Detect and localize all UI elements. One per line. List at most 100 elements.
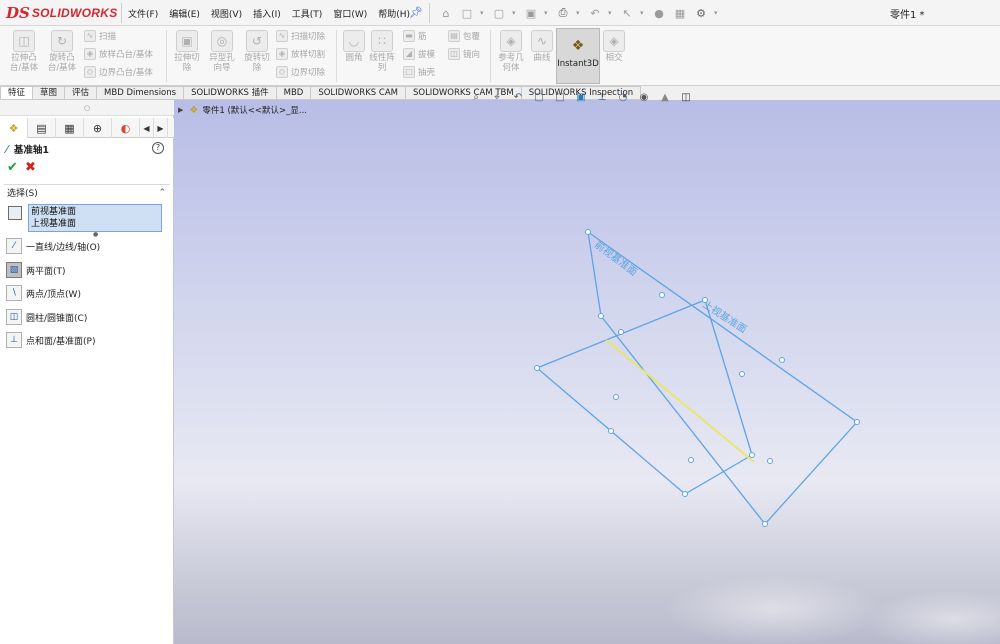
revolve-cut-button[interactable]: ↺ 旋转切 除 xyxy=(237,30,277,73)
view-orientation-icon[interactable]: ▣ xyxy=(573,89,589,105)
open-icon[interactable]: ▢ xyxy=(491,5,507,21)
rebuild-icon[interactable]: ● xyxy=(651,5,667,21)
plane-handle[interactable] xyxy=(598,313,604,319)
hide-show-items-icon[interactable]: ◔ xyxy=(615,89,631,105)
save-icon[interactable]: ▣ xyxy=(523,5,539,21)
plane-handle[interactable] xyxy=(585,229,591,235)
new-dropdown-icon[interactable]: ▾ xyxy=(480,9,487,17)
open-dropdown-icon[interactable]: ▾ xyxy=(512,9,519,17)
option-two-planes[interactable]: ▧ 两平面(T) xyxy=(6,261,66,279)
tab-features[interactable]: 特征 xyxy=(0,86,34,100)
pin-menu-icon[interactable]: 📌︎ xyxy=(409,6,423,19)
tab-evaluate[interactable]: 评估 xyxy=(65,86,98,100)
feature-manager-tab-icon[interactable]: ❖ xyxy=(0,118,28,138)
plane-handle[interactable] xyxy=(739,371,745,377)
front-plane-outline[interactable] xyxy=(587,230,858,526)
menu-window[interactable]: 窗口(W) xyxy=(333,7,367,20)
dimxpert-tab-icon[interactable]: ⊕ xyxy=(84,118,112,138)
help-icon[interactable]: ? xyxy=(152,142,164,154)
plane-handle[interactable] xyxy=(779,357,785,363)
plane-handle[interactable] xyxy=(854,419,860,425)
selection-list-box[interactable]: 前视基准面 上视基准面 xyxy=(28,204,162,232)
panel-scroll-left-icon[interactable]: ◀ xyxy=(140,118,154,138)
zoom-to-area-icon[interactable]: ⌖ xyxy=(489,89,505,105)
select-dropdown-icon[interactable]: ▾ xyxy=(640,9,647,17)
feature-tree-flyout[interactable]: ▶ ❖ 零件1 (默认<<默认>_显... xyxy=(174,104,307,117)
menu-help[interactable]: 帮助(H) xyxy=(378,7,410,20)
option-cylinder-cone[interactable]: ◫ 圆柱/圆锥面(C) xyxy=(6,308,87,326)
menu-insert[interactable]: 插入(I) xyxy=(253,7,281,20)
menu-tools[interactable]: 工具(T) xyxy=(292,7,323,20)
display-manager-tab-icon[interactable]: ◐ xyxy=(112,118,140,138)
print-dropdown-icon[interactable]: ▾ xyxy=(576,9,583,17)
display-style-icon[interactable]: ⊥ xyxy=(594,89,610,105)
solidworks-logo[interactable]: DS SOLIDWORKS xyxy=(6,4,118,22)
home-icon[interactable]: ⌂ xyxy=(438,5,454,21)
selection-item[interactable]: 前视基准面 xyxy=(31,206,159,218)
section-view-icon[interactable]: ▢ xyxy=(531,89,547,105)
dynamic-annotation-icon[interactable]: □ xyxy=(552,89,568,105)
plane-handle[interactable] xyxy=(762,521,768,527)
boundary-boss-button[interactable]: ◇ 边界凸台/基体 xyxy=(84,64,153,80)
plane-handle[interactable] xyxy=(659,292,665,298)
intersect-button[interactable]: ◈ 相交 xyxy=(594,30,634,63)
cancel-button[interactable]: ✖ xyxy=(25,160,36,175)
tab-solidworks-addins[interactable]: SOLIDWORKS 插件 xyxy=(184,86,277,100)
swept-cut-button[interactable]: ∿ 扫描切除 xyxy=(276,28,325,44)
menu-file[interactable]: 文件(F) xyxy=(128,7,158,20)
view-settings-icon[interactable]: ◫ xyxy=(678,89,694,105)
property-manager-tab-icon[interactable]: ▤ xyxy=(28,118,56,138)
apply-scene-icon[interactable]: ▲ xyxy=(657,89,673,105)
new-icon[interactable]: □ xyxy=(459,5,475,21)
tab-mbd-dimensions[interactable]: MBD Dimensions xyxy=(97,86,185,100)
panel-scroll-right-icon[interactable]: ▶ xyxy=(154,118,168,138)
plane-handle[interactable] xyxy=(618,329,624,335)
edit-appearance-icon[interactable]: ◉ xyxy=(636,89,652,105)
panel-grip-handle[interactable]: ○ xyxy=(0,100,174,116)
sweep-button[interactable]: ∿ 扫描 xyxy=(84,28,116,44)
datum-axis-preview[interactable] xyxy=(605,339,755,463)
hole-wizard-button[interactable]: ◎ 异型孔 向导 xyxy=(202,30,242,73)
lofted-cut-button[interactable]: ◈ 放样切割 xyxy=(276,46,325,62)
option-two-points[interactable]: ∖ 两点/顶点(W) xyxy=(6,284,81,302)
file-props-icon[interactable]: ▦ xyxy=(672,5,688,21)
save-dropdown-icon[interactable]: ▾ xyxy=(544,9,551,17)
revolve-boss-button[interactable]: ↻ 旋转凸 台/基体 xyxy=(42,30,82,73)
selection-item[interactable]: 上视基准面 xyxy=(31,218,159,230)
draft-button[interactable]: ◢ 拔模 xyxy=(403,46,435,62)
plane-handle[interactable] xyxy=(688,457,694,463)
collapse-chevron-icon[interactable]: ⌃ xyxy=(158,188,166,198)
graphics-viewport[interactable]: 前视基准面 上视基准面 xyxy=(174,100,1000,644)
config-manager-tab-icon[interactable]: ▦ xyxy=(56,118,84,138)
expand-arrow-icon[interactable]: ▶ xyxy=(178,106,183,114)
undo-dropdown-icon[interactable]: ▾ xyxy=(608,9,615,17)
undo-icon[interactable]: ↶ xyxy=(587,5,603,21)
menu-edit[interactable]: 编辑(E) xyxy=(169,7,200,20)
shell-button[interactable]: □ 抽壳 xyxy=(403,64,435,80)
ok-button[interactable]: ✔ xyxy=(7,160,18,175)
extrude-boss-button[interactable]: ◫ 拉伸凸 台/基体 xyxy=(4,30,44,73)
tab-solidworks-cam[interactable]: SOLIDWORKS CAM xyxy=(311,86,406,100)
wrap-button[interactable]: ▤ 包覆 xyxy=(448,28,480,44)
plane-handle[interactable] xyxy=(534,365,540,371)
zoom-to-fit-icon[interactable]: ⌕ xyxy=(468,89,484,105)
rib-button[interactable]: ▬ 筋 xyxy=(403,28,427,44)
previous-view-icon[interactable]: ↶ xyxy=(510,89,526,105)
tab-sketch[interactable]: 草图 xyxy=(33,86,66,100)
linear-pattern-button[interactable]: ∷ 线性阵 列 xyxy=(362,30,402,73)
menu-view[interactable]: 视图(V) xyxy=(211,7,242,20)
tab-mbd[interactable]: MBD xyxy=(276,86,312,100)
selections-section-header[interactable]: 选择(S) ⌃ xyxy=(4,184,170,200)
extrude-cut-button[interactable]: ▣ 拉伸切 除 xyxy=(167,30,207,73)
reference-planes-svg[interactable]: 前视基准面 上视基准面 xyxy=(174,100,1000,644)
options-dropdown-icon[interactable]: ▾ xyxy=(714,9,721,17)
plane-handle[interactable] xyxy=(608,428,614,434)
loft-boss-button[interactable]: ◈ 放样凸台/基体 xyxy=(84,46,153,62)
boundary-cut-button[interactable]: ◇ 边界切除 xyxy=(276,64,325,80)
option-line-edge-axis[interactable]: ⁄ 一直线/边线/轴(O) xyxy=(6,237,100,255)
option-point-plane[interactable]: ⊥ 点和面/基准面(P) xyxy=(6,331,95,349)
top-plane-outline[interactable] xyxy=(535,299,753,495)
plane-handle[interactable] xyxy=(682,491,688,497)
plane-handle[interactable] xyxy=(767,458,773,464)
mirror-button[interactable]: ◫ 镜向 xyxy=(448,46,480,62)
